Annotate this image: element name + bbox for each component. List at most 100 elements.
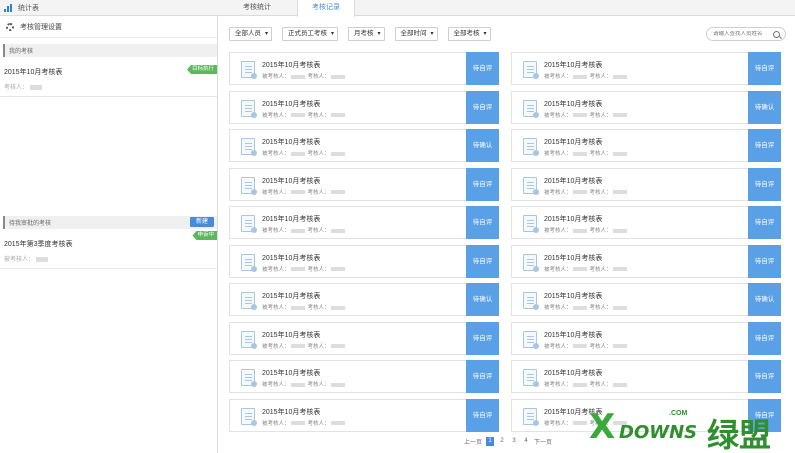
search-input[interactable] — [713, 31, 771, 37]
stats-link[interactable]: 统计表 — [4, 3, 39, 13]
bar-chart-icon — [4, 4, 12, 12]
assessor-label: 考核人： — [589, 343, 612, 350]
record-status-button[interactable]: 待确认 — [748, 90, 781, 124]
record-status-button[interactable]: 待自评 — [748, 167, 781, 201]
record-status-button[interactable]: 待自评 — [466, 90, 499, 124]
blurred-name — [290, 190, 305, 195]
record-people: 被考核人： 考核人： — [544, 265, 630, 273]
assessor-label: 考核人： — [589, 112, 612, 119]
record-people: 被考核人： 考核人： — [262, 226, 348, 234]
blurred-name — [290, 113, 305, 118]
document-icon — [523, 253, 539, 272]
record-status-button[interactable]: 待自评 — [748, 360, 781, 393]
record-card[interactable]: 2015年10月考核表 被考核人： 考核人： 待自评 — [229, 90, 499, 124]
my-assessment-assessor: 考核人： — [4, 82, 43, 91]
record-status-button[interactable]: 待自评 — [466, 398, 499, 432]
top-bar: 统计表 考核统计 考核记录 — [0, 0, 795, 17]
page-3[interactable]: 3 — [510, 437, 518, 446]
record-card[interactable]: 2015年10月考核表 被考核人： 考核人： 待自评 — [511, 129, 781, 162]
record-title: 2015年10月考核表 — [262, 100, 321, 108]
record-status-button[interactable]: 待自评 — [466, 321, 499, 355]
my-assessment-item[interactable]: 2015年10月考核表 目标执行 考核人： — [0, 57, 217, 97]
record-status-button[interactable]: 待确认 — [466, 129, 499, 162]
record-card[interactable]: 2015年10月考核表 被考核人： 考核人： 待自评 — [229, 52, 499, 85]
record-card[interactable]: 2015年10月考核表 被考核人： 考核人： 待确认 — [229, 129, 499, 162]
sidebar: 考核管理设置 我的考核 2015年10月考核表 目标执行 考核人： 待我审批的考… — [0, 16, 218, 453]
status-filter-select[interactable]: 全部考核 — [447, 27, 491, 41]
blurred-name — [572, 151, 587, 156]
assessee-label: 被考核人： — [262, 266, 290, 273]
page-4[interactable]: 4 — [522, 437, 530, 446]
blurred-name — [612, 382, 627, 387]
period-filter-select[interactable]: 月考核 — [348, 27, 385, 41]
blurred-name — [330, 382, 345, 387]
record-card[interactable]: 2015年10月考核表 被考核人： 考核人： 待确认 — [511, 283, 781, 316]
record-status-button[interactable]: 待自评 — [748, 206, 781, 239]
assessee-label: 被考核人： — [544, 112, 572, 119]
blurred-name — [612, 228, 627, 233]
blurred-name — [572, 74, 587, 79]
document-icon — [523, 99, 539, 118]
record-card[interactable]: 2015年10月考核表 被考核人： 考核人： 待自评 — [229, 244, 499, 278]
record-status-button[interactable]: 待自评 — [748, 244, 781, 278]
section-pending-approval-label: 待我审批的考核 — [9, 221, 52, 227]
blurred-name — [330, 267, 345, 272]
record-card[interactable]: 2015年10月考核表 被考核人： 考核人： 待自评 — [229, 167, 499, 201]
record-status-button[interactable]: 待自评 — [466, 52, 499, 85]
search-icon[interactable] — [773, 31, 780, 38]
tab-assessment-records[interactable]: 考核记录 — [297, 0, 355, 17]
next-page-link[interactable]: 下一页 — [534, 437, 552, 446]
prev-page-link[interactable]: 上一页 — [464, 437, 482, 446]
blurred-name — [612, 267, 627, 272]
document-icon — [241, 176, 257, 195]
record-people: 被考核人： 考核人： — [544, 72, 630, 80]
time-filter-select[interactable]: 全部时间 — [394, 27, 438, 41]
document-icon — [523, 138, 539, 156]
blurred-name — [330, 421, 345, 426]
blurred-name — [290, 344, 305, 349]
pending-assessment-item[interactable]: 2015年第3季度考核表 申诉中 被考核人： — [0, 229, 217, 269]
record-card[interactable]: 2015年10月考核表 被考核人： 考核人： 待自评 — [511, 206, 781, 239]
record-status-button[interactable]: 待自评 — [466, 244, 499, 278]
record-card[interactable]: 2015年10月考核表 被考核人： 考核人： 待自评 — [511, 52, 781, 85]
assessment-settings-link[interactable]: 考核管理设置 — [0, 16, 217, 38]
document-icon — [241, 61, 257, 79]
record-status-button[interactable]: 待自评 — [466, 360, 499, 393]
people-filter-select[interactable]: 全部人员 — [229, 27, 272, 41]
record-card[interactable]: 2015年10月考核表 被考核人： 考核人： 待自评 — [511, 321, 781, 355]
record-status-button[interactable]: 待确认 — [466, 283, 499, 316]
record-card[interactable]: 2015年10月考核表 被考核人： 考核人： 待自评 — [511, 360, 781, 393]
pending-assessment-title: 2015年第3季度考核表 — [4, 241, 73, 248]
record-card[interactable]: 2015年10月考核表 被考核人： 考核人： 待自评 — [229, 206, 499, 239]
blurred-name — [572, 305, 587, 310]
blurred-name — [572, 382, 587, 387]
record-status-button[interactable]: 待自评 — [748, 321, 781, 355]
blurred-name — [330, 228, 345, 233]
record-status-button[interactable]: 待自评 — [748, 129, 781, 162]
blurred-name — [612, 190, 627, 195]
record-card[interactable]: 2015年10月考核表 被考核人： 考核人： 待确认 — [511, 90, 781, 124]
page-2[interactable]: 2 — [498, 437, 506, 446]
new-button[interactable]: 新建 — [189, 217, 214, 227]
record-title: 2015年10月考核表 — [544, 254, 603, 262]
record-status-button[interactable]: 待确认 — [748, 283, 781, 316]
record-card[interactable]: 2015年10月考核表 被考核人： 考核人： 待自评 — [229, 398, 499, 432]
document-icon — [523, 369, 539, 387]
record-card[interactable]: 2015年10月考核表 被考核人： 考核人： 待确认 — [229, 283, 499, 316]
record-card[interactable]: 2015年10月考核表 被考核人： 考核人： 待自评 — [229, 360, 499, 393]
record-card[interactable]: 2015年10月考核表 被考核人： 考核人： 待自评 — [511, 167, 781, 201]
record-status-button[interactable]: 待自评 — [748, 52, 781, 85]
blurred-name — [290, 305, 305, 310]
page-1[interactable]: 1 — [486, 437, 495, 446]
blurred-name — [290, 74, 305, 79]
assessee-label: 被考核人： — [544, 266, 572, 273]
document-icon — [241, 215, 257, 233]
record-status-button[interactable]: 待自评 — [466, 167, 499, 201]
blurred-name — [572, 113, 587, 118]
record-status-button[interactable]: 待自评 — [466, 206, 499, 239]
record-card[interactable]: 2015年10月考核表 被考核人： 考核人： 待自评 — [229, 321, 499, 355]
record-card[interactable]: 2015年10月考核表被考核人： 考核人： 待自评 — [511, 244, 781, 278]
document-icon — [523, 176, 539, 195]
tab-assessment-stats[interactable]: 考核统计 — [218, 0, 296, 16]
type-filter-select[interactable]: 正式员工考核 — [282, 27, 338, 41]
